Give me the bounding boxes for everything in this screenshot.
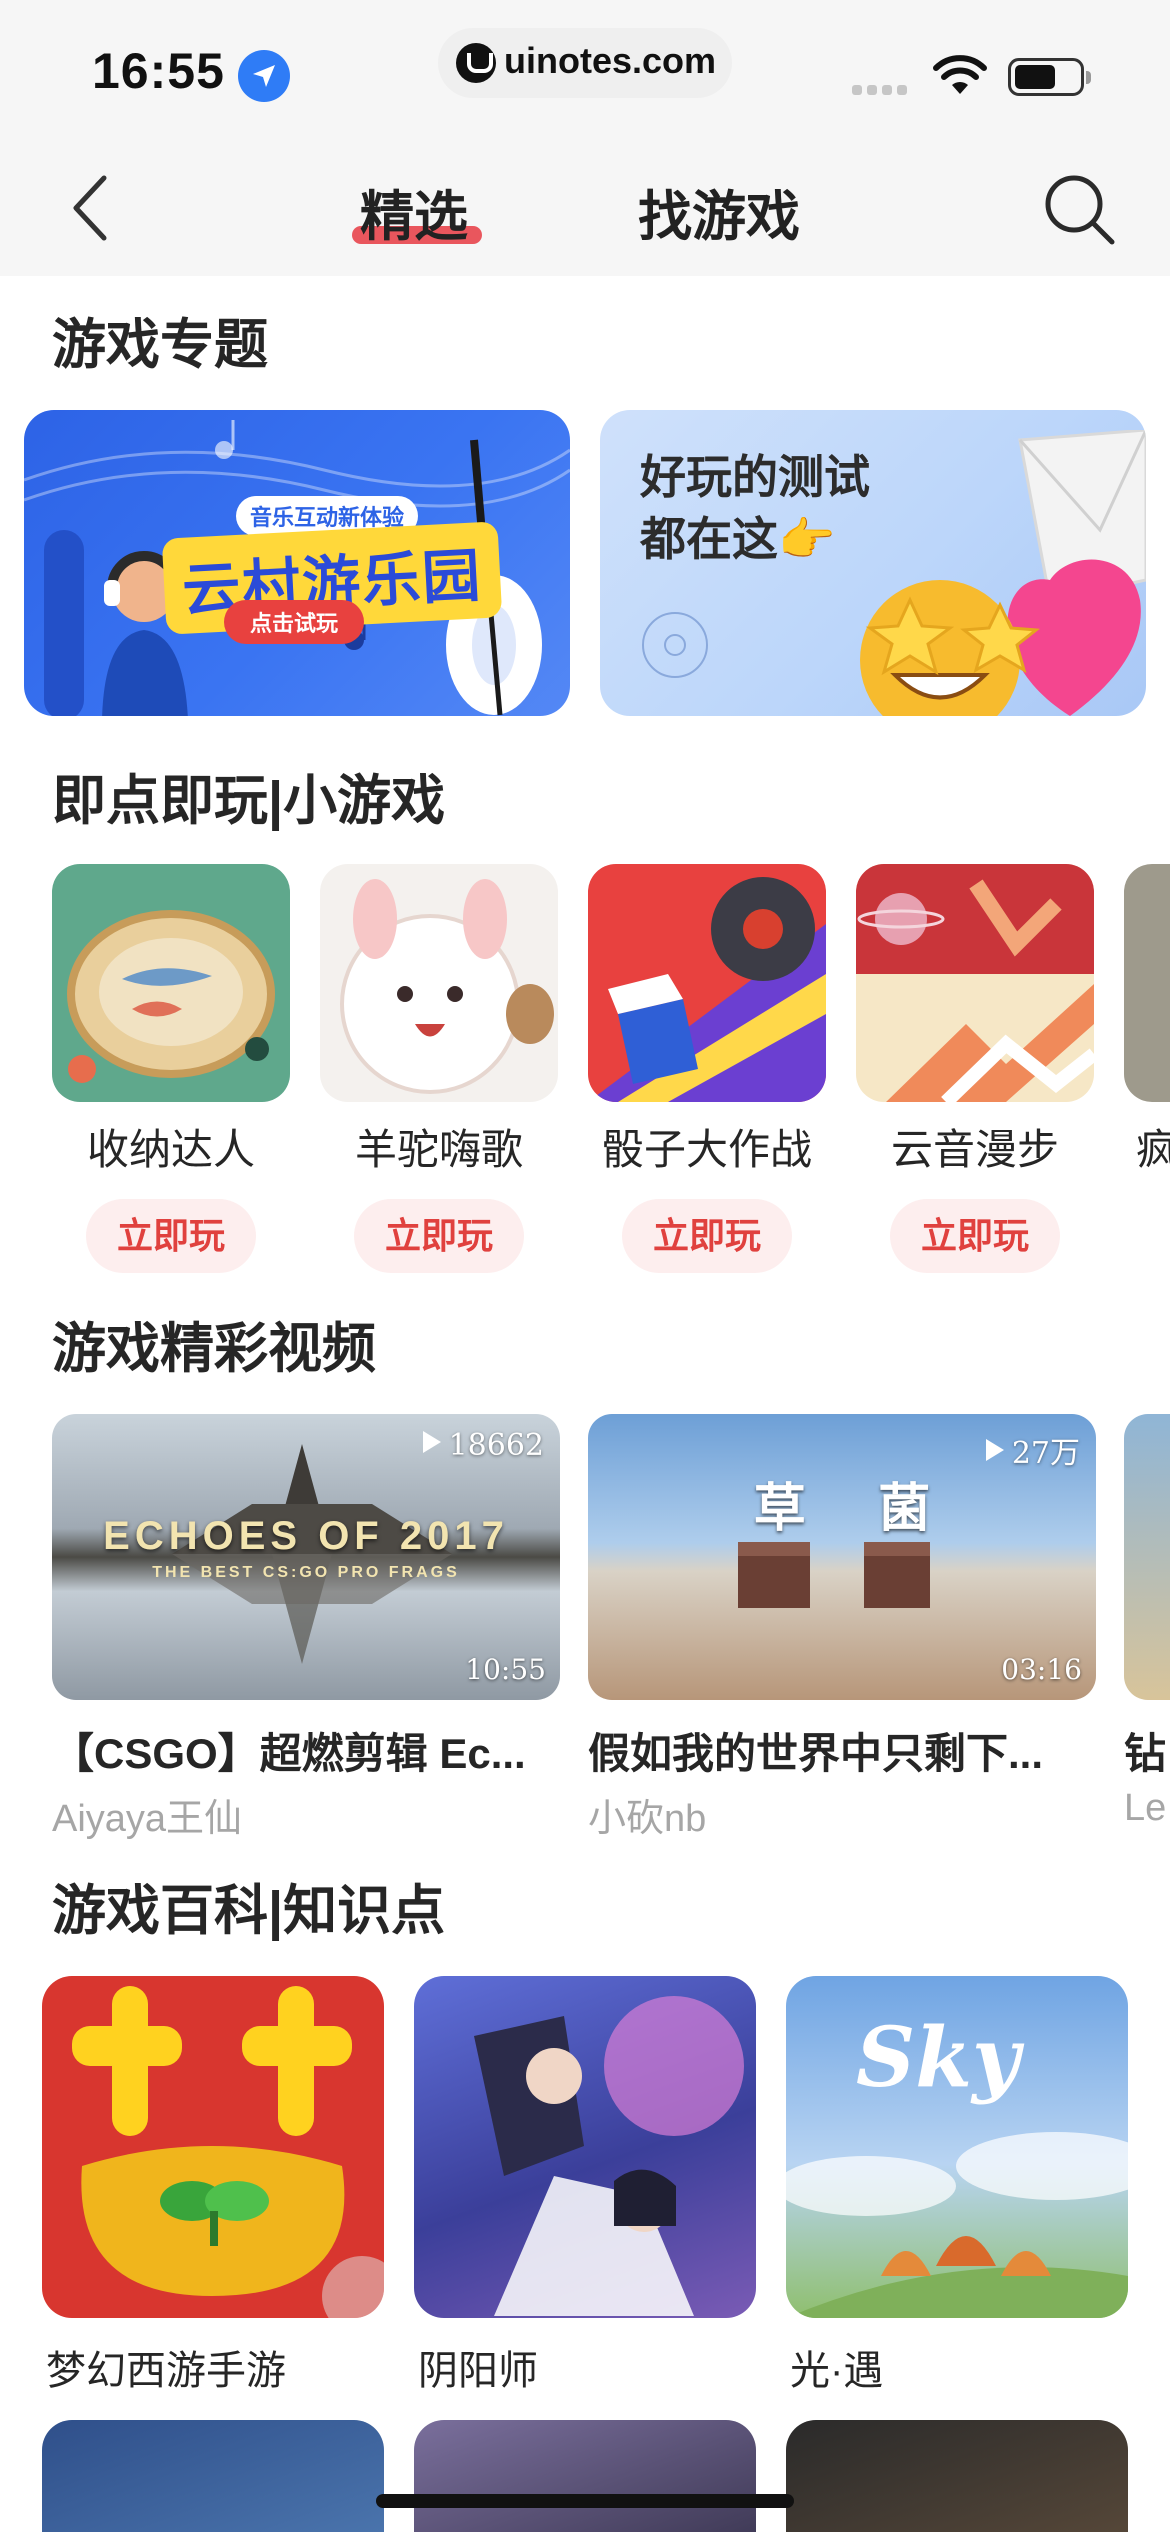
home-indicator[interactable] [376, 2494, 794, 2508]
site-logo-icon [456, 43, 496, 83]
banner-title-line1: 好玩的测试 [640, 451, 870, 503]
search-icon[interactable] [1040, 170, 1118, 248]
video-thumbnail[interactable]: ECHOES OF 2017 THE BEST CS:GO PRO FRAGS … [52, 1414, 560, 1700]
game-thumbnail[interactable] [588, 864, 826, 1102]
video-duration: 03:16 [1001, 1653, 1082, 1686]
tab-featured[interactable]: 精选 [360, 172, 468, 251]
section-title-topics: 游戏专题 [52, 315, 268, 375]
game-name: 云音漫步 [890, 1126, 1059, 1173]
wiki-thumbnail[interactable] [42, 2420, 384, 2532]
sky-art: Sky [786, 2010, 1128, 2318]
video-duration: 10:55 [465, 1653, 546, 1686]
play-triangle-icon [985, 1439, 1004, 1461]
status-time: 16:55 [92, 43, 225, 99]
video-card[interactable]: ECHOES OF 2017 THE BEST CS:GO PRO FRAGS … [52, 1414, 560, 1842]
game-thumbnail[interactable] [856, 864, 1094, 1102]
location-arrow-icon [238, 50, 290, 102]
banner-title: 好玩的测试 都在这👉 [640, 446, 870, 570]
video-title: 钻 [1124, 1730, 1167, 1777]
video-overlay-subtitle: THE BEST CS:GO PRO FRAGS [152, 1564, 460, 1581]
mini-game-card[interactable]: 疯 [1124, 864, 1170, 1177]
mini-game-card[interactable]: 收纳达人 立即玩 [52, 864, 290, 1273]
wiki-thumbnail[interactable]: Sky [786, 1976, 1128, 2318]
svg-text:Sky: Sky [856, 2010, 1025, 2106]
wifi-icon [933, 55, 987, 94]
play-now-button[interactable]: 立即玩 [354, 1199, 524, 1273]
alpaca-art [340, 879, 554, 1094]
game-name: 收纳达人 [86, 1126, 255, 1173]
dice-art [588, 877, 826, 1102]
banner-title-line2: 都在这👉 [640, 513, 836, 565]
section-title-videos: 游戏精彩视频 [52, 1319, 376, 1379]
topic-banner-tests[interactable]: 好玩的测试 都在这👉 [600, 410, 1146, 716]
play-now-button[interactable]: 立即玩 [890, 1199, 1060, 1273]
wiki-thumbnail[interactable] [786, 2420, 1128, 2532]
game-name: 疯 [1136, 1126, 1170, 1173]
game-name: 骰子大作战 [601, 1126, 812, 1173]
game-thumbnail[interactable] [1124, 864, 1170, 1102]
wiki-name: 光·遇 [790, 2349, 884, 2393]
banner-try-button[interactable]: 点击试玩 [224, 600, 365, 644]
play-now-button[interactable]: 立即玩 [622, 1199, 792, 1273]
view-count: 18662 [422, 1428, 544, 1463]
view-count: 27万 [985, 1428, 1080, 1472]
mini-game-card[interactable]: 羊驼嗨歌 立即玩 [320, 864, 558, 1273]
video-author[interactable]: 小砍nb [588, 1787, 1096, 1842]
game-name: 羊驼嗨歌 [354, 1126, 523, 1173]
wiki-thumbnail[interactable] [42, 1976, 384, 2318]
cloud-music-walk-art [856, 864, 1094, 1102]
wiki-card[interactable]: Sky 光·遇 [786, 1976, 1128, 2396]
video-author[interactable]: Aiyaya王仙 [52, 1787, 560, 1842]
play-now-button[interactable]: 立即玩 [86, 1199, 256, 1273]
onmyoji-art [474, 1996, 744, 2316]
video-overlay-title: ECHOES OF 2017 [103, 1514, 509, 1558]
back-chevron-icon[interactable] [64, 168, 120, 248]
topic-banner-music[interactable]: 音乐互动新体验 云村游乐园 点击试玩 [24, 410, 570, 716]
view-count-value: 27万 [1011, 1436, 1080, 1471]
game-thumbnail[interactable] [52, 864, 290, 1102]
mini-game-card[interactable]: 云音漫步 立即玩 [856, 864, 1094, 1273]
wiki-thumbnail[interactable] [414, 1976, 756, 2318]
video-title: 假如我的世界中只剩下... [588, 1730, 1044, 1777]
wiki-name: 梦幻西游手游 [46, 2349, 286, 2393]
video-card[interactable]: 钻 Le [1124, 1414, 1170, 1830]
cellular-signal-icon [852, 82, 912, 100]
video-title: 【CSGO】超燃剪辑 Ec... [52, 1730, 526, 1777]
play-triangle-icon [422, 1431, 441, 1453]
menghuan-logo-art [72, 1986, 384, 2318]
basket-fish-art [67, 910, 275, 1083]
video-author[interactable]: Le [1124, 1787, 1170, 1830]
video-thumbnail[interactable]: 草 菌 27万 03:16 [588, 1414, 1096, 1700]
video-overlay-title: 草 菌 [753, 1478, 931, 1539]
section-title-mini-games: 即点即玩|小游戏 [52, 771, 446, 831]
video-card[interactable]: 草 菌 27万 03:16 假如我的世界中只剩下... 小砍nb [588, 1414, 1096, 1842]
section-title-wiki: 游戏百科|知识点 [52, 1881, 446, 1941]
wiki-card[interactable]: 梦幻西游手游 [42, 1976, 384, 2396]
tab-find-games[interactable]: 找游戏 [638, 172, 800, 251]
wiki-thumbnail[interactable] [414, 2420, 756, 2532]
url-pill[interactable]: uinotes.com [438, 28, 732, 98]
mini-game-card[interactable]: 骰子大作战 立即玩 [588, 864, 826, 1273]
psychology-stamp-icon [642, 612, 708, 678]
wiki-name: 阴阳师 [418, 2349, 538, 2393]
url-text: uinotes.com [504, 40, 717, 81]
game-thumbnail[interactable] [320, 864, 558, 1102]
wiki-card[interactable]: 阴阳师 [414, 1976, 756, 2396]
video-thumbnail[interactable] [1124, 1414, 1170, 1700]
top-bar: 16:55 uinotes.com 精选 找游戏 [0, 0, 1170, 276]
view-count-value: 18662 [448, 1428, 544, 1463]
battery-icon [1008, 58, 1091, 96]
